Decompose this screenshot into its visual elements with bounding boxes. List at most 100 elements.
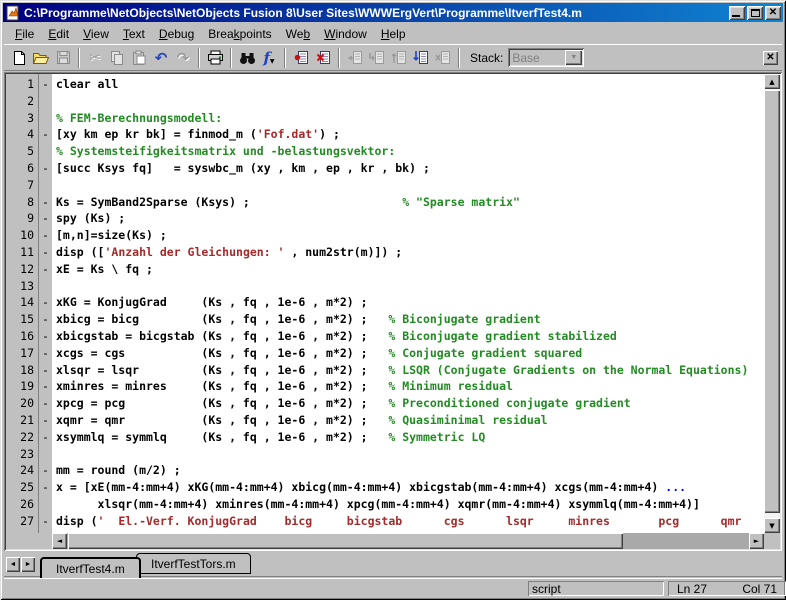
breakpoint-dash[interactable]: - [39,126,52,143]
scroll-right-icon[interactable]: ► [749,533,764,549]
code-line[interactable]: xbicg = bicg (Ks , fq , 1e-6 , m*2) ; % … [56,311,764,328]
breakpoint-dash[interactable] [39,143,52,160]
scroll-down-icon[interactable]: ▼ [764,518,780,533]
scroll-up-icon[interactable]: ▲ [764,74,780,89]
breakpoint-dash[interactable]: - [39,479,52,496]
code-line[interactable]: disp (['Anzahl der Gleichungen: ' , num2… [56,244,764,261]
breakpoint-dash[interactable] [39,93,52,110]
code-line[interactable]: [m,n]=size(Ks) ; [56,227,764,244]
stack-dropdown[interactable]: Base ▼ [508,48,585,67]
new-file-button[interactable] [8,47,30,69]
code-text-area[interactable]: clear all % FEM-Berechnungsmodell: [xy km… [52,74,764,533]
step-out-button[interactable] [388,47,410,69]
code-line[interactable]: [succ Ksys fq] = syswbc_m (xy , km , ep … [56,160,764,177]
breakpoint-dash[interactable]: - [39,194,52,211]
breakpoint-dash[interactable]: - [39,378,52,395]
tab-scroll-left-button[interactable]: ◄ [6,557,20,572]
close-button[interactable]: ✕ [765,5,781,20]
code-line[interactable]: clear all [56,76,764,93]
menu-help[interactable]: Help [374,25,413,43]
breakpoint-dash[interactable]: - [39,513,52,530]
code-line[interactable]: x = [xE(mm-4:mm+4) xKG(mm-4:mm+4) xbicg(… [56,479,764,496]
print-button[interactable] [204,47,226,69]
code-line[interactable]: [xy km ep kr bk] = finmod_m ('Fof.dat') … [56,126,764,143]
vertical-scrollbar-thumb[interactable] [764,90,780,513]
breakpoint-dash[interactable] [39,278,52,295]
exit-debug-button[interactable] [432,47,454,69]
code-line[interactable]: xbicgstab = bicgstab (Ks , fq , 1e-6 , m… [56,328,764,345]
code-line[interactable]: xKG = KonjugGrad (Ks , fq , 1e-6 , m*2) … [56,294,764,311]
step-button[interactable] [344,47,366,69]
horizontal-scrollbar[interactable]: ◄ ► [52,533,764,549]
breakpoint-dash[interactable] [39,446,52,463]
code-line[interactable]: xsymmlq = symmlq (Ks , fq , 1e-6 , m*2) … [56,429,764,446]
menu-file[interactable]: File [8,25,41,43]
breakpoint-dash[interactable]: - [39,362,52,379]
go-until-cursor-button[interactable] [410,47,432,69]
code-line[interactable]: disp (' El.-Verf. KonjugGrad bicg bicgst… [56,513,764,530]
code-line[interactable]: xqmr = qmr (Ks , fq , 1e-6 , m*2) ; % Qu… [56,412,764,429]
menu-text[interactable]: Text [116,25,152,43]
breakpoint-dash[interactable] [39,496,52,513]
menu-breakpoints[interactable]: Breakpoints [201,25,278,43]
menu-debug[interactable]: Debug [152,25,201,43]
breakpoint-dash[interactable]: - [39,311,52,328]
breakpoint-dash[interactable]: - [39,462,52,479]
horizontal-scrollbar-thumb[interactable] [68,533,624,549]
function-browser-button[interactable]: f ▼ [258,47,280,69]
breakpoint-dash[interactable] [39,110,52,127]
code-line[interactable]: mm = round (m/2) ; [56,462,764,479]
paste-button[interactable] [128,47,150,69]
code-line[interactable] [56,278,764,295]
code-line[interactable]: xpcg = pcg (Ks , fq , 1e-6 , m*2) ; % Pr… [56,395,764,412]
tab-itverftesttors[interactable]: ItverfTestTors.m [136,553,251,574]
redo-button[interactable]: ↷ [172,47,194,69]
breakpoint-dash[interactable]: - [39,76,52,93]
breakpoint-dash[interactable]: - [39,160,52,177]
breakpoint-dash[interactable]: - [39,227,52,244]
code-line[interactable] [56,93,764,110]
title-bar[interactable]: C:\Programme\NetObjects\NetObjects Fusio… [3,3,783,22]
menu-view[interactable]: View [76,25,116,43]
vertical-scrollbar[interactable]: ▲ ▼ [764,74,780,533]
code-line[interactable]: % Systemsteifigkeitsmatrix und -belastun… [56,143,764,160]
code-line[interactable]: spy (Ks) ; [56,210,764,227]
maximize-button[interactable] [747,5,763,20]
code-line[interactable] [56,446,764,463]
code-line[interactable]: Ks = SymBand2Sparse (Ksys) ; % "Sparse m… [56,194,764,211]
breakpoint-dash[interactable]: - [39,261,52,278]
tab-itverftest4[interactable]: ItverfTest4.m [40,557,141,578]
save-button[interactable] [52,47,74,69]
code-line[interactable]: xE = Ks \ fq ; [56,261,764,278]
copy-button[interactable] [106,47,128,69]
tab-scroll-right-button[interactable]: ► [21,557,35,572]
menu-window[interactable]: Window [317,25,374,43]
toolbar-close-button[interactable]: ✕ [763,50,778,65]
step-in-button[interactable] [366,47,388,69]
open-file-button[interactable] [30,47,52,69]
breakpoint-dash[interactable]: - [39,395,52,412]
code-line[interactable]: xlsqr(mm-4:mm+4) xminres(mm-4:mm+4) xpcg… [56,496,764,513]
minimize-button[interactable] [729,5,745,20]
breakpoint-dash[interactable] [39,177,52,194]
code-line[interactable]: % FEM-Berechnungsmodell: [56,110,764,127]
toggle-breakpoint-button[interactable] [290,47,312,69]
breakpoint-dash[interactable]: - [39,429,52,446]
breakpoint-dash[interactable]: - [39,210,52,227]
breakpoint-gutter[interactable]: - - - ----- --------- -- - [38,74,52,533]
menu-web[interactable]: Web [279,25,317,43]
scroll-left-icon[interactable]: ◄ [52,533,67,549]
breakpoint-dash[interactable]: - [39,294,52,311]
breakpoint-dash[interactable]: - [39,328,52,345]
code-line[interactable]: xlsqr = lsqr (Ks , fq , 1e-6 , m*2) ; % … [56,362,764,379]
undo-button[interactable]: ↶ [150,47,172,69]
code-line[interactable] [56,177,764,194]
code-line[interactable]: xcgs = cgs (Ks , fq , 1e-6 , m*2) ; % Co… [56,345,764,362]
breakpoint-dash[interactable]: - [39,345,52,362]
cut-button[interactable]: ✂ [84,47,106,69]
find-button[interactable] [236,47,258,69]
breakpoint-dash[interactable]: - [39,412,52,429]
menu-edit[interactable]: Edit [41,25,76,43]
code-line[interactable]: xminres = minres (Ks , fq , 1e-6 , m*2) … [56,378,764,395]
clear-breakpoints-button[interactable] [312,47,334,69]
